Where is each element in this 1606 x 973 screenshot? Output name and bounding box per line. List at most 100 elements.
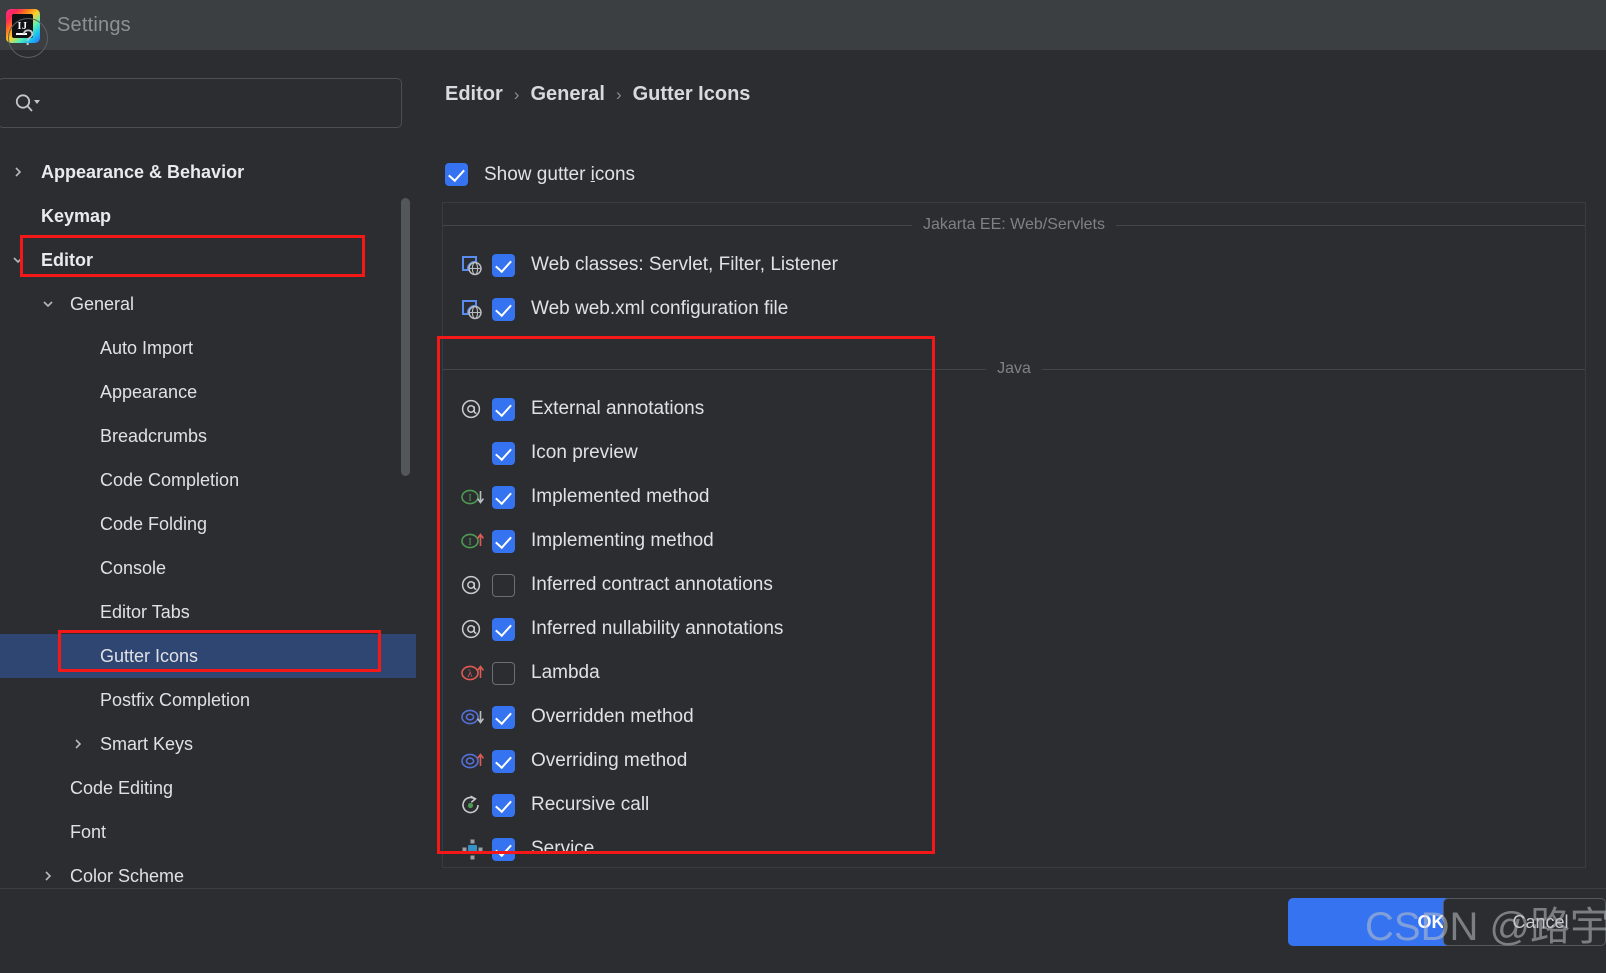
chevron-right-icon[interactable] xyxy=(70,736,86,752)
section-title: Java xyxy=(997,360,1031,377)
option-row[interactable]: Recursive call xyxy=(460,789,649,821)
tree-arrow-placeholder xyxy=(70,384,86,400)
chevron-right-icon[interactable] xyxy=(10,164,26,180)
sidebar-item-postfix-completion[interactable]: Postfix Completion xyxy=(0,678,416,722)
option-row[interactable]: Overriding method xyxy=(460,745,687,777)
at-annotation-icon xyxy=(460,398,486,420)
sidebar-item-keymap[interactable]: Keymap xyxy=(0,194,416,238)
option-label: Inferred contract annotations xyxy=(531,574,773,595)
option-row[interactable]: I Implementing method xyxy=(460,525,714,557)
option-label: Recursive call xyxy=(531,794,650,815)
sidebar-item-code-folding[interactable]: Code Folding xyxy=(0,502,416,546)
web-class-icon xyxy=(460,254,486,276)
option-label: Service xyxy=(531,838,595,859)
option-checkbox[interactable] xyxy=(492,661,515,685)
sidebar-item-editor[interactable]: Editor xyxy=(0,238,416,282)
service-icon xyxy=(460,838,486,860)
option-checkbox[interactable] xyxy=(492,749,515,773)
option-row[interactable]: Icon preview xyxy=(460,437,638,469)
sidebar-item-label: Editor xyxy=(41,249,93,270)
tree-arrow-placeholder xyxy=(70,648,86,664)
sidebar-item-console[interactable]: Console xyxy=(0,546,416,590)
option-row[interactable]: Web web.xml configuration file xyxy=(460,293,788,325)
sidebar-item-color-scheme[interactable]: Color Scheme xyxy=(0,854,416,888)
section-title: Jakarta EE: Web/Servlets xyxy=(923,216,1105,233)
sidebar-item-auto-import[interactable]: Auto Import xyxy=(0,326,416,370)
chevron-right-icon[interactable] xyxy=(40,868,56,884)
sidebar-item-label: Auto Import xyxy=(100,337,194,358)
option-checkbox[interactable] xyxy=(492,529,515,553)
svg-text:I: I xyxy=(468,537,471,548)
sidebar-item-label: Appearance xyxy=(100,381,198,402)
sidebar-item-label: Code Editing xyxy=(70,777,174,798)
show-gutter-icons-row[interactable]: Show gutter icons xyxy=(445,163,635,186)
sidebar-item-label: Color Scheme xyxy=(70,865,185,886)
option-row[interactable]: Inferred nullability annotations xyxy=(460,613,783,645)
option-row[interactable]: Inferred contract annotations xyxy=(460,569,773,601)
help-button[interactable]: ? xyxy=(8,18,48,58)
sidebar-item-breadcrumbs[interactable]: Breadcrumbs xyxy=(0,414,416,458)
option-checkbox[interactable] xyxy=(492,485,515,509)
option-checkbox[interactable] xyxy=(492,793,515,817)
sidebar-item-label: Smart Keys xyxy=(100,733,194,754)
sidebar-item-code-completion[interactable]: Code Completion xyxy=(0,458,416,502)
option-label: Web classes: Servlet, Filter, Listener xyxy=(531,254,838,275)
option-row[interactable]: Web classes: Servlet, Filter, Listener xyxy=(460,249,838,281)
sidebar-item-appearance-behavior[interactable]: Appearance & Behavior xyxy=(0,150,416,194)
search-field[interactable] xyxy=(0,78,402,128)
option-row[interactable]: I Implemented method xyxy=(460,481,710,513)
sidebar-item-label: Postfix Completion xyxy=(100,689,251,710)
overriding-method-icon xyxy=(460,750,486,772)
settings-tree: Appearance & Behavior Keymap Editor General… xyxy=(0,150,416,888)
option-checkbox[interactable] xyxy=(492,441,515,465)
option-label: Overriding method xyxy=(531,750,688,771)
tree-arrow-placeholder xyxy=(70,340,86,356)
tree-arrow-placeholder xyxy=(70,692,86,708)
search-input[interactable] xyxy=(46,79,391,125)
section-header-jakarta-ee-web-servlets: Jakarta EE: Web/Servlets xyxy=(443,215,1585,235)
sidebar-item-label: General xyxy=(70,293,135,314)
svg-text:λ: λ xyxy=(467,668,473,680)
option-checkbox[interactable] xyxy=(492,573,515,597)
tree-arrow-placeholder xyxy=(70,516,86,532)
option-label: Overridden method xyxy=(531,706,694,727)
implementing-method-icon: I xyxy=(460,530,486,552)
sidebar-item-code-editing[interactable]: Code Editing xyxy=(0,766,416,810)
option-checkbox[interactable] xyxy=(492,837,515,861)
option-checkbox[interactable] xyxy=(492,297,515,321)
option-row[interactable]: Service xyxy=(460,833,594,865)
at-annotation-icon xyxy=(460,618,486,640)
window-title: Settings xyxy=(57,13,131,36)
sidebar-item-label: Appearance & Behavior xyxy=(41,161,245,182)
option-label: External annotations xyxy=(531,398,705,419)
breadcrumb-item-2: Gutter Icons xyxy=(632,83,751,105)
sidebar-item-smart-keys[interactable]: Smart Keys xyxy=(0,722,416,766)
sidebar-item-appearance[interactable]: Appearance xyxy=(0,370,416,414)
tree-arrow-placeholder xyxy=(40,780,56,796)
sidebar-item-font[interactable]: Font xyxy=(0,810,416,854)
settings-main-panel: Editor › General › Gutter Icons Show gut… xyxy=(416,50,1606,888)
chevron-down-icon[interactable] xyxy=(10,252,26,268)
option-label: Web web.xml configuration file xyxy=(531,298,789,319)
settings-sidebar: Appearance & Behavior Keymap Editor General… xyxy=(0,50,416,888)
option-row[interactable]: External annotations xyxy=(460,393,704,425)
chevron-down-icon[interactable] xyxy=(40,296,56,312)
breadcrumb-item-0[interactable]: Editor xyxy=(445,83,503,106)
option-checkbox[interactable] xyxy=(492,705,515,729)
sidebar-item-editor-tabs[interactable]: Editor Tabs xyxy=(0,590,416,634)
sidebar-item-gutter-icons[interactable]: Gutter Icons xyxy=(0,634,416,678)
show-gutter-icons-checkbox[interactable] xyxy=(445,163,468,186)
option-checkbox[interactable] xyxy=(492,253,515,277)
tree-arrow-placeholder xyxy=(70,604,86,620)
sidebar-item-general[interactable]: General xyxy=(0,282,416,326)
sidebar-item-label: Keymap xyxy=(41,205,112,226)
breadcrumb-item-1[interactable]: General xyxy=(530,83,604,106)
cancel-button[interactable]: Cancel xyxy=(1443,898,1606,946)
option-row[interactable]: Overridden method xyxy=(460,701,694,733)
option-checkbox[interactable] xyxy=(492,397,515,421)
tree-arrow-placeholder xyxy=(10,208,26,224)
sidebar-scrollbar[interactable] xyxy=(401,198,410,476)
option-label: Inferred nullability annotations xyxy=(531,618,784,639)
option-checkbox[interactable] xyxy=(492,617,515,641)
option-row[interactable]: λ Lambda xyxy=(460,657,600,689)
